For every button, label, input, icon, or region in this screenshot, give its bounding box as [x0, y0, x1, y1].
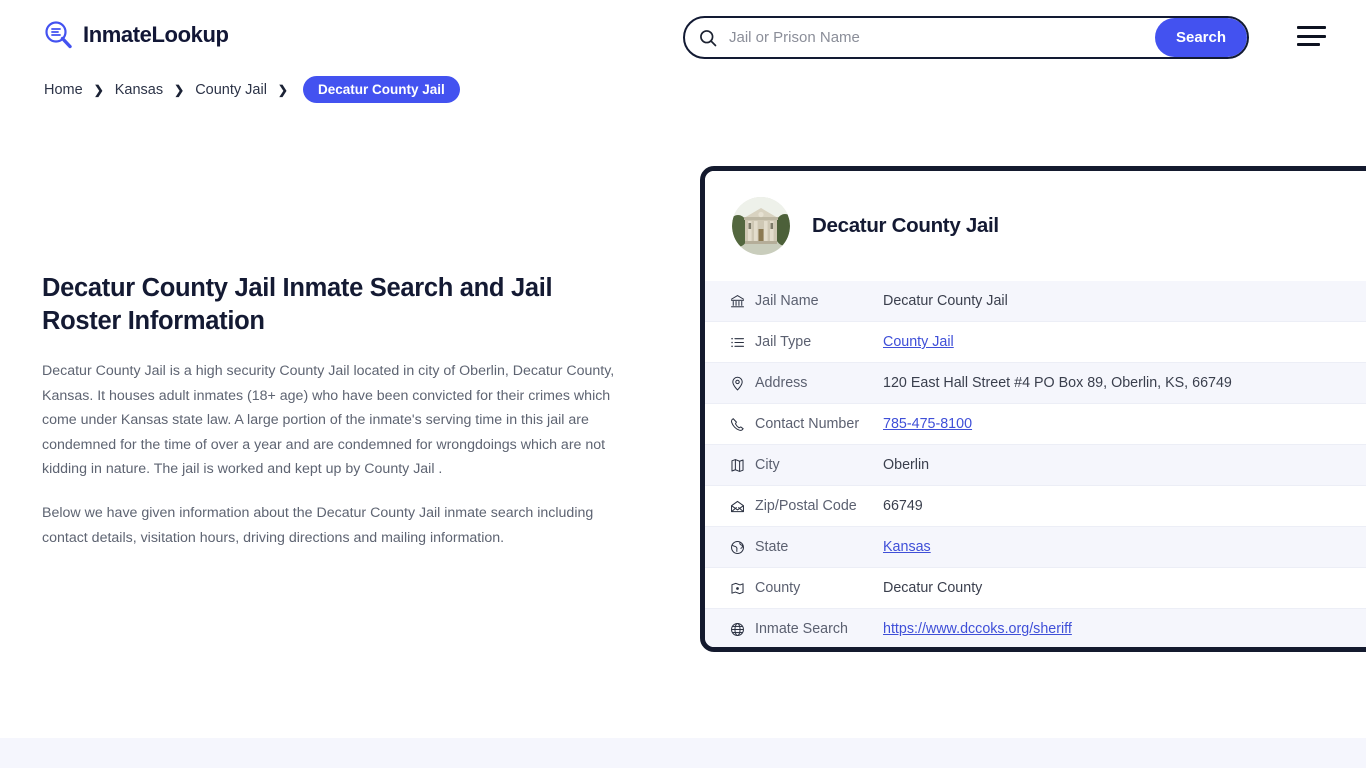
row-value: 120 East Hall Street #4 PO Box 89, Oberl… [883, 375, 1232, 391]
footer-band [0, 738, 1366, 768]
search-bar[interactable]: Search [683, 16, 1249, 59]
row-label: Jail Type [755, 334, 812, 350]
breadcrumb-item-county-jail[interactable]: County Jail [193, 82, 269, 98]
table-row: Jail Name Decatur County Jail [705, 281, 1366, 322]
search-icon [691, 28, 725, 48]
table-row: Jail Type County Jail [705, 322, 1366, 363]
hamburger-bar-3 [1297, 43, 1320, 46]
hamburger-bar-1 [1297, 26, 1326, 29]
table-row: Zip/Postal Code 66749 [705, 486, 1366, 527]
table-row: Address 120 East Hall Street #4 PO Box 8… [705, 363, 1366, 404]
description-paragraph-2: Below we have given information about th… [42, 505, 594, 546]
breadcrumb: Home ❯ Kansas ❯ County Jail ❯ Decatur Co… [42, 76, 460, 103]
row-value-link[interactable]: Kansas [883, 539, 931, 555]
search-input[interactable] [725, 18, 1155, 57]
table-row: State Kansas [705, 527, 1366, 568]
jail-info-card-header: Decatur County Jail [705, 171, 1366, 281]
description-paragraph-1: Decatur County Jail is a high security C… [42, 363, 615, 477]
brand-logo[interactable]: InmateLookup [42, 19, 229, 51]
envelope-icon [729, 498, 755, 515]
map-marker-area-icon [729, 580, 755, 597]
row-value: Oberlin [883, 457, 930, 473]
map-icon [729, 457, 755, 474]
breadcrumb-item-home[interactable]: Home [42, 82, 85, 98]
search-button[interactable]: Search [1155, 18, 1247, 57]
row-label: Zip/Postal Code [755, 498, 857, 514]
jail-card-title: Decatur County Jail [812, 214, 999, 237]
brand-name: InmateLookup [83, 22, 229, 47]
row-value-link[interactable]: County Jail [883, 334, 954, 350]
hamburger-bar-2 [1297, 34, 1326, 38]
breadcrumb-item-current: Decatur County Jail [302, 76, 460, 103]
row-label: County [755, 580, 801, 596]
web-globe-icon [729, 621, 755, 638]
table-row: Contact Number 785-475-8100 [705, 404, 1366, 445]
row-value: Decatur County Jail [883, 293, 1008, 309]
row-value-link[interactable]: https://www.dccoks.org/sheriff [883, 621, 1072, 637]
search-list-logo-icon [42, 19, 74, 51]
list-icon [729, 334, 755, 351]
map-pin-icon [729, 375, 755, 392]
breadcrumb-separator: ❯ [93, 82, 104, 97]
bank-building-icon [729, 293, 755, 310]
table-row: City Oberlin [705, 445, 1366, 486]
hamburger-menu-icon[interactable] [1297, 24, 1327, 48]
breadcrumb-separator: ❯ [277, 82, 288, 97]
row-label: City [755, 457, 780, 473]
row-label: Jail Name [755, 293, 819, 309]
row-label: Address [755, 375, 808, 391]
row-label: Inmate Search [755, 621, 848, 637]
site-header: InmateLookup Search [0, 0, 1366, 74]
courthouse-photo [732, 197, 790, 255]
row-value-link[interactable]: 785-475-8100 [883, 416, 972, 432]
row-label: State [755, 539, 789, 555]
jail-info-card: Decatur County Jail Jail Name Decatur Co… [700, 166, 1366, 652]
page-title: Decatur County Jail Inmate Search and Ja… [42, 274, 553, 335]
breadcrumb-separator: ❯ [174, 82, 185, 97]
row-label: Contact Number [755, 416, 860, 432]
globe-icon [729, 539, 755, 556]
main-content: Decatur County Jail Inmate Search and Ja… [42, 272, 628, 570]
phone-icon [729, 416, 755, 433]
table-row: County Decatur County [705, 568, 1366, 609]
row-value: 66749 [883, 498, 923, 514]
row-value: Decatur County [883, 580, 983, 596]
breadcrumb-item-kansas[interactable]: Kansas [113, 82, 165, 98]
jail-details-table: Jail Name Decatur County Jail Jail Type … [705, 281, 1366, 647]
table-row: Inmate Search https://www.dccoks.org/she… [705, 609, 1366, 647]
